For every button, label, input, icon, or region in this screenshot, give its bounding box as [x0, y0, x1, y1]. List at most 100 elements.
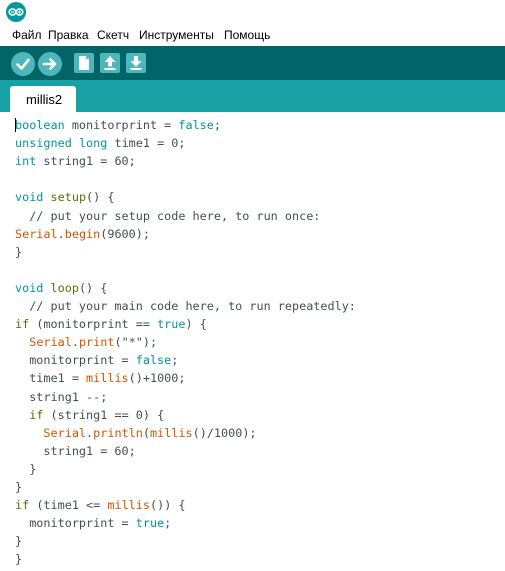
new-icon	[79, 56, 89, 70]
code-token: // put your setup code here, to run once…	[15, 208, 321, 223]
upload-button[interactable]	[38, 52, 62, 76]
code-token: ("*");	[114, 335, 158, 350]
code-token: false	[178, 118, 214, 132]
menu-file[interactable]: Файл	[12, 28, 42, 42]
save-icon	[130, 56, 142, 70]
code-token: boolean	[15, 118, 65, 132]
tab-bar: millis2	[0, 80, 505, 112]
save-button[interactable]	[126, 53, 146, 73]
code-token: (9600);	[100, 226, 150, 241]
code-token: true	[135, 516, 165, 531]
code-token: string1 = 60;	[36, 154, 136, 169]
code-token: (	[142, 425, 150, 440]
code-token: ;	[171, 353, 179, 368]
code-line: void setup() {	[15, 189, 114, 206]
code-line: Serial.println(millis()/1000);	[15, 425, 257, 442]
code-token: setup	[50, 190, 87, 205]
code-line: }	[15, 551, 22, 568]
code-editor[interactable]: boolean monitorprint = false; unsigned lo…	[0, 112, 505, 571]
code-token: unsigned	[15, 136, 72, 151]
code-token: millis	[149, 425, 193, 440]
code-token: int	[15, 154, 37, 169]
toolbar	[0, 46, 505, 80]
code-token: monitorprint =	[15, 516, 136, 531]
code-line: // put your setup code here, to run once…	[15, 208, 320, 225]
code-line: if (time1 <= millis()) {	[15, 497, 186, 514]
code-line: // put your main code here, to run repea…	[15, 298, 356, 315]
tab-label: millis2	[26, 92, 63, 107]
menu-sketch[interactable]: Скетч	[97, 28, 129, 42]
code-token: millis	[86, 371, 129, 386]
code-token: ()) {	[149, 498, 186, 513]
open-button[interactable]	[100, 53, 120, 73]
verify-button[interactable]	[11, 52, 35, 76]
code-token: if	[29, 407, 44, 422]
code-token: loop	[50, 280, 79, 295]
code-token: monitorprint =	[64, 118, 179, 132]
code-line: }	[15, 479, 22, 496]
code-token: (string1 == 0) {	[43, 407, 165, 422]
code-token: (monitorprint ==	[29, 317, 158, 332]
code-token: () {	[86, 190, 115, 205]
code-token: string1 --;	[15, 389, 108, 404]
code-token: Serial	[15, 226, 58, 241]
open-icon	[104, 56, 116, 70]
code-token: true	[157, 317, 186, 332]
code-token: void	[15, 280, 44, 295]
code-token: begin	[64, 226, 101, 241]
code-line: unsigned long time1 = 0;	[15, 135, 186, 152]
code-line: monitorprint = true;	[15, 515, 171, 532]
menu-tools[interactable]: Инструменты	[139, 28, 214, 42]
code-token: void	[15, 190, 44, 205]
new-button[interactable]	[74, 53, 94, 73]
menu-edit[interactable]: Правка	[48, 28, 89, 42]
code-token: .	[71, 335, 79, 350]
code-line: if (monitorprint == true) {	[15, 316, 207, 333]
code-token: print	[78, 335, 115, 350]
upload-icon	[42, 58, 57, 70]
code-line: }	[15, 461, 36, 478]
code-token: () {	[78, 280, 108, 295]
code-token: ()/1000);	[192, 425, 257, 440]
code-line: if (string1 == 0) {	[15, 407, 164, 424]
code-token: .	[57, 226, 65, 241]
text-cursor	[15, 118, 16, 132]
code-line: boolean monitorprint = false;	[15, 117, 221, 134]
code-token: (time1 <=	[29, 498, 108, 513]
code-token: string1 = 60;	[15, 443, 136, 458]
title-bar	[0, 0, 505, 24]
code-line: }	[15, 244, 22, 261]
code-token: time1 = 0;	[107, 136, 186, 151]
code-token: }	[15, 244, 23, 259]
code-token: false	[135, 353, 172, 368]
code-token: Serial	[43, 425, 87, 440]
code-line: }	[15, 533, 22, 550]
code-token: ) {	[185, 317, 207, 332]
code-line: string1 --;	[15, 389, 107, 406]
arduino-logo-icon	[6, 2, 26, 22]
code-token: }	[15, 534, 23, 549]
code-token: millis	[107, 498, 150, 513]
code-token: }	[15, 480, 23, 494]
code-token: if	[15, 498, 30, 513]
code-token: }	[15, 461, 37, 476]
code-token: long	[78, 136, 108, 151]
code-line: Serial.begin(9600);	[15, 226, 150, 243]
menu-help[interactable]: Помощь	[224, 28, 270, 42]
code-line: time1 = millis()+1000;	[15, 370, 185, 387]
code-line: string1 = 60;	[15, 443, 136, 460]
code-token: }	[15, 552, 23, 567]
code-token: ()+1000;	[128, 371, 186, 386]
code-line: int string1 = 60;	[15, 153, 136, 170]
menu-bar: Файл Правка Скетч Инструменты Помощь	[0, 24, 505, 46]
tab-millis2[interactable]: millis2	[10, 86, 76, 112]
code-token: ;	[213, 118, 221, 132]
code-token: // put your main code here, to run repea…	[15, 299, 356, 313]
verify-icon	[16, 58, 30, 70]
